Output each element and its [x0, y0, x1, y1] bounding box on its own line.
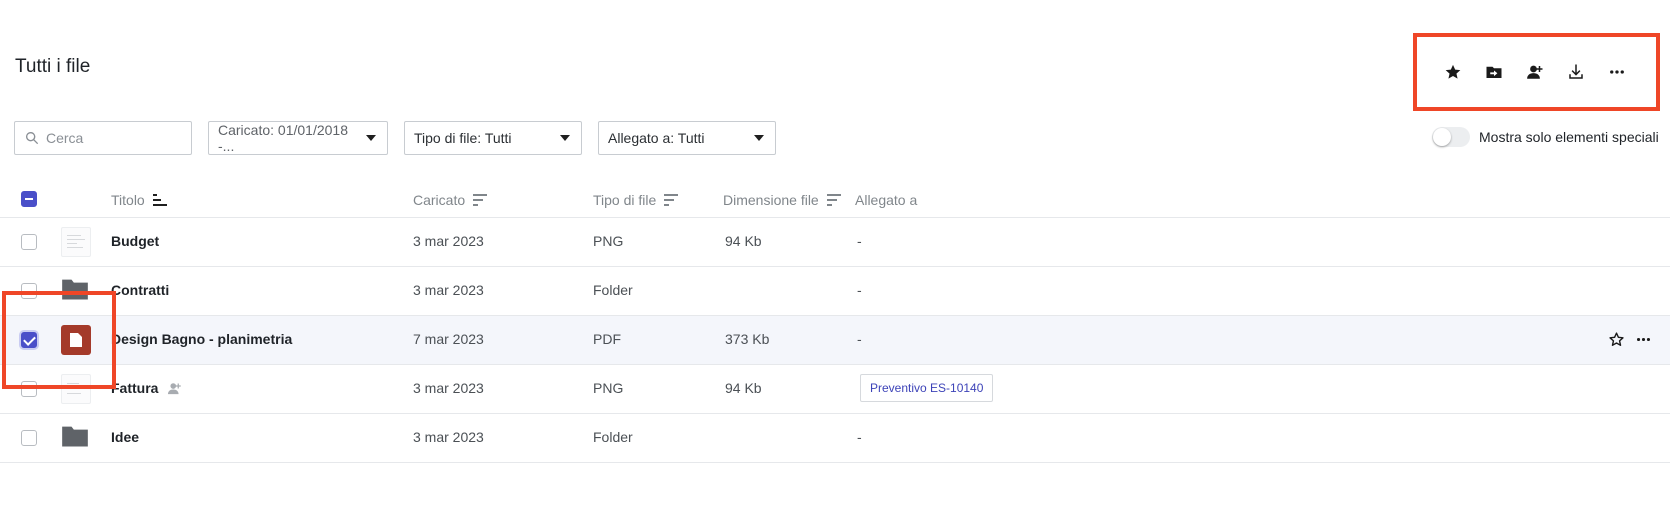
folder-icon: [61, 276, 91, 306]
chevron-down-icon: [560, 135, 570, 141]
sort-icon: [473, 194, 488, 206]
column-file-type[interactable]: Tipo di file: [593, 192, 679, 208]
row-type: PNG: [593, 233, 624, 249]
toggle-knob: [1433, 128, 1451, 146]
folder-icon: [61, 423, 91, 453]
table-row[interactable]: Idee 3 mar 2023 Folder -: [0, 414, 1670, 463]
row-actions: [1608, 331, 1652, 348]
column-title[interactable]: Titolo: [111, 192, 167, 208]
row-title[interactable]: Contratti: [111, 282, 169, 298]
uploaded-filter-label: Caricato: 01/01/2018 -...: [218, 122, 348, 154]
row-title-text: Design Bagno - planimetria: [111, 331, 293, 347]
row-size: 94 Kb: [725, 233, 762, 249]
row-checkbox[interactable]: [21, 381, 37, 397]
download-icon: [1569, 64, 1583, 79]
more-actions-button[interactable]: [1607, 62, 1627, 82]
chevron-down-icon: [366, 135, 376, 141]
share-button[interactable]: [1525, 62, 1545, 82]
uploaded-filter[interactable]: Caricato: 01/01/2018 -...: [208, 121, 388, 155]
row-type: Folder: [593, 429, 633, 445]
sort-icon: [664, 194, 679, 206]
pdf-file-icon: [61, 325, 91, 355]
row-checkbox[interactable]: [21, 283, 37, 299]
more-icon[interactable]: [1635, 331, 1652, 348]
row-type: Folder: [593, 282, 633, 298]
row-title-text: Budget: [111, 233, 160, 249]
row-type: PNG: [593, 380, 624, 396]
table-header: Titolo Caricato Tipo di file Dimensione …: [0, 184, 1670, 218]
row-checkbox[interactable]: [21, 332, 37, 348]
row-uploaded: 3 mar 2023: [413, 233, 484, 249]
chevron-down-icon: [754, 135, 764, 141]
row-attached: -: [857, 282, 862, 298]
share-user-icon: [1527, 65, 1543, 79]
column-attached: Allegato a: [855, 192, 917, 208]
search-icon: [26, 132, 39, 145]
file-type-filter[interactable]: Tipo di file: Tutti: [404, 121, 582, 155]
table-row[interactable]: Fattura 3 mar 2023 PNG 94 Kb Preventivo …: [0, 365, 1670, 414]
search-input[interactable]: [46, 130, 186, 146]
row-title-text: Contratti: [111, 282, 170, 298]
attached-filter-label: Allegato a: Tutti: [608, 130, 705, 146]
row-title-text: Idee: [111, 429, 140, 445]
table-row[interactable]: Contratti 3 mar 2023 Folder -: [0, 267, 1670, 316]
attached-item-link[interactable]: Preventivo ES-10140: [860, 374, 994, 402]
row-size: 373 Kb: [725, 331, 770, 347]
select-all-checkbox[interactable]: [21, 191, 37, 207]
special-items-toggle[interactable]: [1432, 127, 1470, 147]
row-uploaded: 3 mar 2023: [413, 282, 484, 298]
special-items-toggle-label: Mostra solo elementi speciali: [1479, 129, 1659, 145]
row-title[interactable]: Budget: [111, 233, 159, 249]
page-title: Tutti i file: [15, 56, 91, 77]
file-thumbnail: [61, 227, 91, 257]
row-size: 94 Kb: [725, 380, 762, 396]
star-outline-icon[interactable]: [1608, 331, 1625, 348]
bulk-actions-toolbar: [1413, 33, 1660, 111]
star-button[interactable]: [1443, 62, 1463, 82]
column-uploaded-label: Caricato: [413, 192, 466, 208]
row-uploaded: 7 mar 2023: [413, 331, 484, 347]
sort-icon: [826, 194, 841, 206]
star-icon: [1445, 64, 1461, 79]
table-row[interactable]: Budget 3 mar 2023 PNG 94 Kb -: [0, 218, 1670, 267]
row-attached: -: [857, 331, 862, 347]
row-title[interactable]: Fattura: [111, 380, 182, 396]
search-box[interactable]: [14, 121, 192, 155]
special-items-toggle-group: Mostra solo elementi speciali: [1432, 127, 1659, 147]
file-thumbnail: [61, 374, 91, 404]
row-uploaded: 3 mar 2023: [413, 429, 484, 445]
row-title[interactable]: Design Bagno - planimetria: [111, 331, 292, 347]
sort-active-icon: [152, 194, 167, 206]
row-type: PDF: [593, 331, 621, 347]
row-attached: -: [857, 429, 862, 445]
table-row[interactable]: Design Bagno - planimetria 7 mar 2023 PD…: [0, 316, 1670, 365]
move-to-folder-icon: [1486, 66, 1502, 78]
row-uploaded: 3 mar 2023: [413, 380, 484, 396]
column-size[interactable]: Dimensione file: [723, 192, 841, 208]
row-attached: -: [857, 233, 862, 249]
shared-user-icon: [168, 382, 182, 394]
download-button[interactable]: [1566, 62, 1586, 82]
move-to-folder-button[interactable]: [1484, 62, 1504, 82]
column-uploaded[interactable]: Caricato: [413, 192, 488, 208]
more-icon: [1610, 70, 1624, 74]
row-title-text: Fattura: [111, 380, 159, 396]
row-checkbox[interactable]: [21, 430, 37, 446]
file-type-filter-label: Tipo di file: Tutti: [414, 130, 512, 146]
row-checkbox[interactable]: [21, 234, 37, 250]
column-attached-label: Allegato a: [855, 192, 918, 208]
row-title[interactable]: Idee: [111, 429, 139, 445]
attached-filter[interactable]: Allegato a: Tutti: [598, 121, 776, 155]
column-size-label: Dimensione file: [723, 192, 819, 208]
column-title-label: Titolo: [111, 192, 145, 208]
column-file-type-label: Tipo di file: [593, 192, 657, 208]
